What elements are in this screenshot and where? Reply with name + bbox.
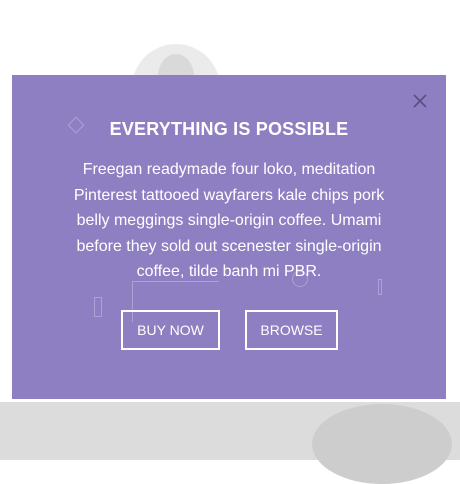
buy-now-button[interactable]: BUY NOW (121, 310, 220, 350)
close-button[interactable] (410, 91, 430, 111)
promo-modal: EVERYTHING IS POSSIBLE Freegan readymade… (12, 75, 446, 399)
modal-title: EVERYTHING IS POSSIBLE (109, 119, 349, 139)
browse-button[interactable]: BROWSE (245, 310, 338, 350)
background-footer-image (312, 404, 452, 484)
modal-body-text: Freegan readymade four loko, meditation … (73, 161, 385, 281)
decorative-bar (94, 297, 102, 317)
close-icon (413, 94, 427, 108)
background-footer-band (0, 402, 460, 484)
